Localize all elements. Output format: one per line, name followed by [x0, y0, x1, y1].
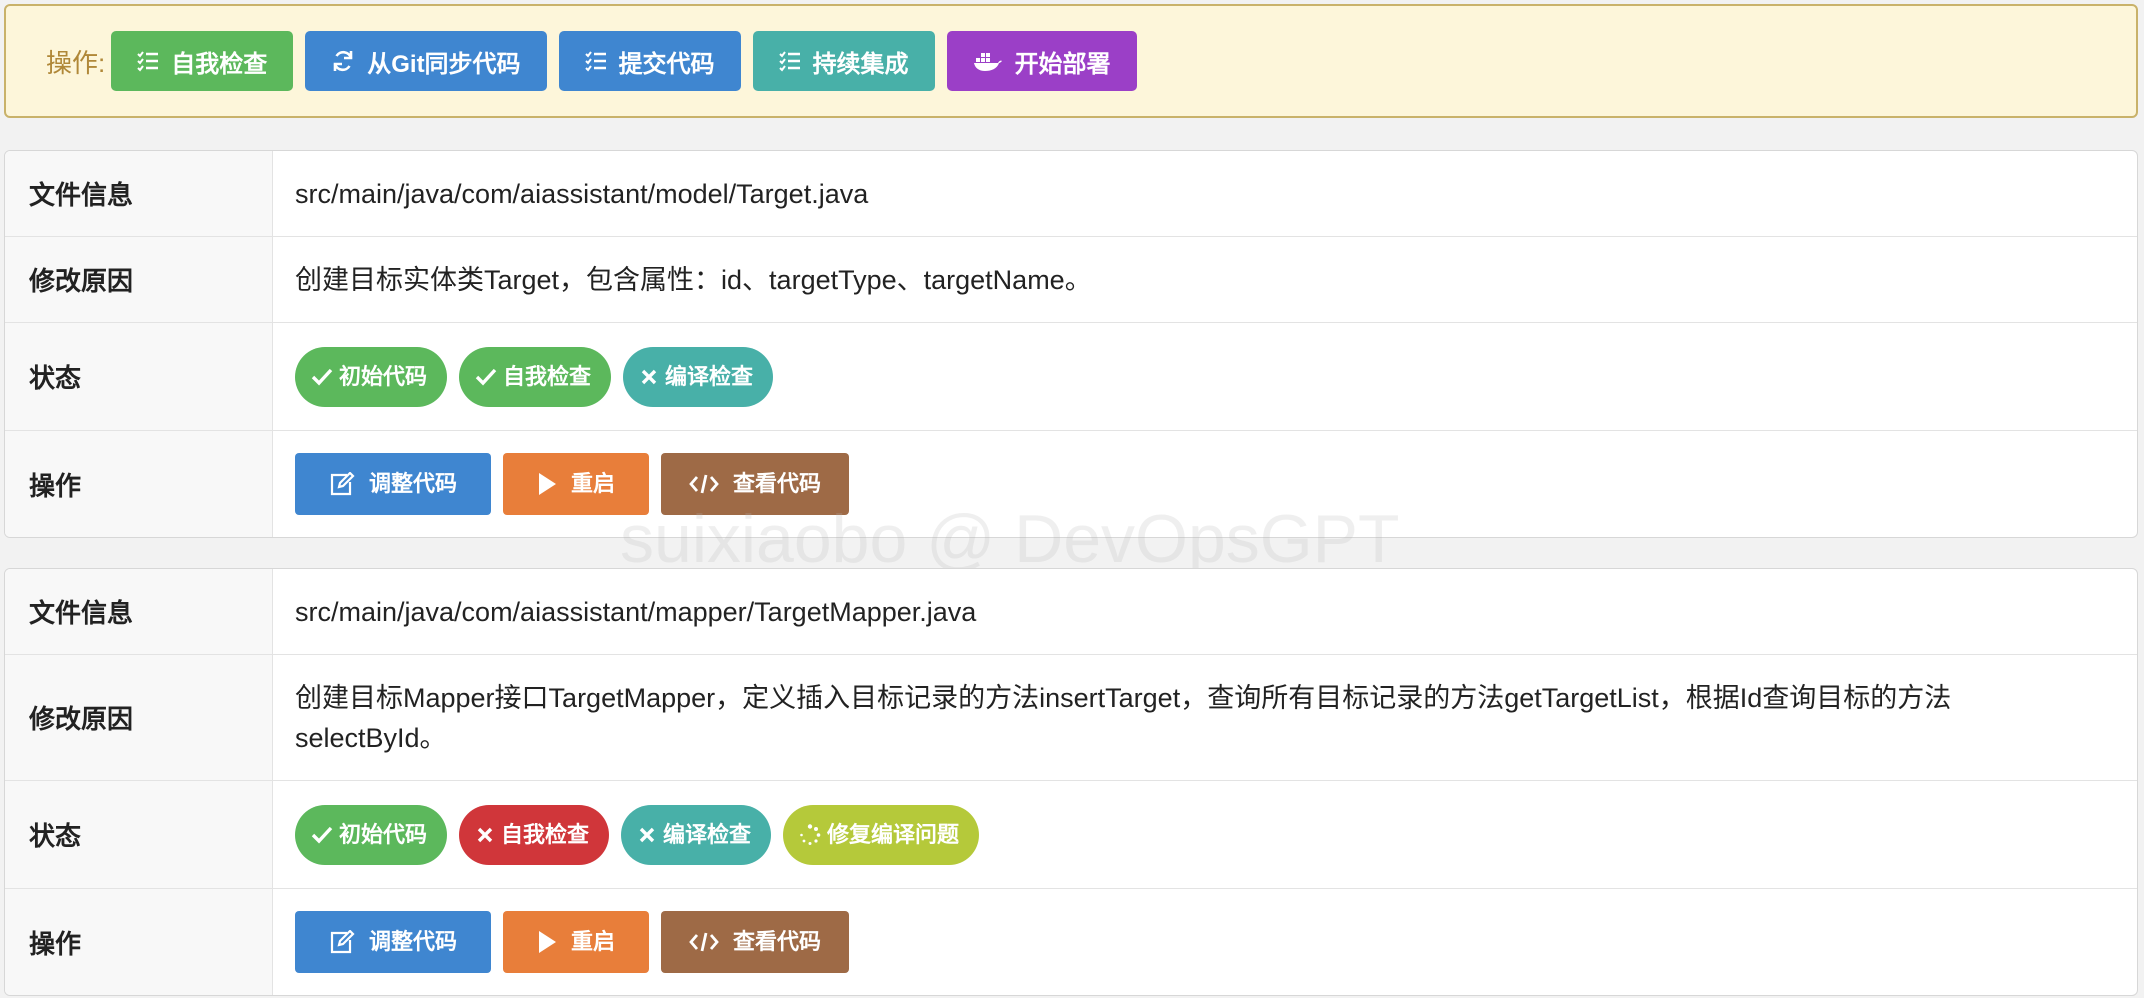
view-code-button-label: 查看代码: [733, 929, 822, 954]
status-badge-label: 自我检查: [501, 821, 590, 847]
status-badge-label: 编译检查: [665, 363, 754, 389]
check-icon: [311, 368, 333, 385]
adjust-code-button[interactable]: 调整代码: [295, 911, 492, 973]
file-info-label: 文件信息: [5, 151, 273, 236]
code-icon: [689, 474, 719, 494]
status-badge-label: 初始代码: [339, 821, 428, 847]
actions-label: 操作: [5, 431, 273, 537]
submit-code-button-label: 提交代码: [618, 50, 715, 78]
list-check-icon: [778, 51, 800, 72]
file-info-row: 文件信息 src/main/java/com/aiassistant/mappe…: [5, 569, 2137, 655]
file-card: 文件信息 src/main/java/com/aiassistant/model…: [4, 150, 2138, 538]
status-badge-compile-check: 编译检查: [623, 346, 774, 407]
edit-icon: [330, 472, 355, 496]
start-deploy-button[interactable]: 开始部署: [946, 31, 1137, 91]
status-badge-label: 编译检查: [663, 821, 752, 847]
check-icon: [475, 368, 497, 385]
status-badges: 初始代码 自我检查 编译检查 修复编译问题: [273, 781, 2137, 888]
submit-code-button[interactable]: 提交代码: [558, 31, 741, 91]
restart-button-label: 重启: [571, 929, 616, 954]
actions-row: 操作 调整代码 重启 查看代码: [5, 431, 2137, 537]
check-icon: [311, 826, 333, 843]
view-code-button[interactable]: 查看代码: [661, 911, 850, 973]
continuous-integration-button[interactable]: 持续集成: [752, 31, 935, 91]
view-code-button-label: 查看代码: [733, 471, 822, 496]
file-path: src/main/java/com/aiassistant/model/Targ…: [295, 178, 869, 209]
restart-button-label: 重启: [571, 471, 616, 496]
sync-git-button-label: 从Git同步代码: [367, 50, 521, 78]
reason-text: 创建目标实体类Target，包含属性：id、targetType、targetN…: [295, 264, 1092, 295]
adjust-code-button[interactable]: 调整代码: [295, 453, 492, 515]
reason-row: 修改原因 创建目标Mapper接口TargetMapper，定义插入目标记录的方…: [5, 655, 2137, 781]
restart-button[interactable]: 重启: [503, 453, 650, 515]
reason-label: 修改原因: [5, 237, 273, 322]
reason-row: 修改原因 创建目标实体类Target，包含属性：id、targetType、ta…: [5, 237, 2137, 323]
spinner-icon: [800, 823, 821, 845]
status-badge-initial-code: 初始代码: [295, 346, 448, 407]
times-icon: [641, 369, 657, 384]
status-badge-label: 自我检查: [503, 363, 592, 389]
status-badge-label: 初始代码: [339, 363, 428, 389]
reason-text: 创建目标Mapper接口TargetMapper，定义插入目标记录的方法inse…: [295, 682, 1952, 753]
self-check-button[interactable]: 自我检查: [111, 31, 294, 91]
list-check-icon: [584, 51, 606, 72]
action-buttons: 调整代码 重启 查看代码: [273, 431, 2137, 537]
continuous-integration-button-label: 持续集成: [812, 50, 909, 78]
self-check-button-label: 自我检查: [171, 50, 268, 78]
status-badge-self-check: 自我检查: [459, 346, 612, 407]
times-icon: [477, 827, 493, 842]
list-check-icon: [137, 51, 159, 72]
status-badge-initial-code: 初始代码: [295, 804, 448, 865]
status-badge-label: 修复编译问题: [827, 821, 960, 847]
status-row: 状态 初始代码 自我检查 编译检查: [5, 323, 2137, 431]
sync-icon: [333, 50, 353, 72]
status-badge-fix-compile: 修复编译问题: [783, 804, 980, 865]
actions-row: 操作 调整代码 重启 查看代码: [5, 889, 2137, 995]
play-icon: [539, 931, 557, 953]
status-row: 状态 初始代码 自我检查 编译检查 修复编译问题: [5, 781, 2137, 889]
file-card: 文件信息 src/main/java/com/aiassistant/mappe…: [4, 568, 2138, 996]
file-path: src/main/java/com/aiassistant/mapper/Tar…: [295, 596, 977, 627]
file-info-label: 文件信息: [5, 569, 273, 654]
restart-button[interactable]: 重启: [503, 911, 650, 973]
view-code-button[interactable]: 查看代码: [661, 453, 850, 515]
edit-icon: [330, 930, 355, 954]
action-buttons: 调整代码 重启 查看代码: [273, 889, 2137, 995]
play-icon: [539, 473, 557, 495]
action-toolbar: 操作: 自我检查 从Git同步代码 提交代码 持续集成 开始部署: [4, 4, 2138, 118]
status-label: 状态: [5, 781, 273, 888]
adjust-code-button-label: 调整代码: [369, 929, 458, 954]
status-badge-self-check: 自我检查: [459, 804, 610, 865]
code-icon: [689, 932, 719, 952]
docker-icon: [973, 53, 1002, 71]
status-badges: 初始代码 自我检查 编译检查: [273, 323, 2137, 430]
actions-label: 操作: [5, 889, 273, 995]
sync-git-button[interactable]: 从Git同步代码: [305, 31, 547, 91]
start-deploy-button-label: 开始部署: [1014, 50, 1111, 78]
times-icon: [639, 827, 655, 842]
status-badge-compile-check: 编译检查: [621, 804, 772, 865]
file-info-row: 文件信息 src/main/java/com/aiassistant/model…: [5, 151, 2137, 237]
reason-label: 修改原因: [5, 655, 273, 780]
toolbar-label: 操作:: [46, 47, 106, 78]
status-label: 状态: [5, 323, 273, 430]
adjust-code-button-label: 调整代码: [369, 471, 458, 496]
